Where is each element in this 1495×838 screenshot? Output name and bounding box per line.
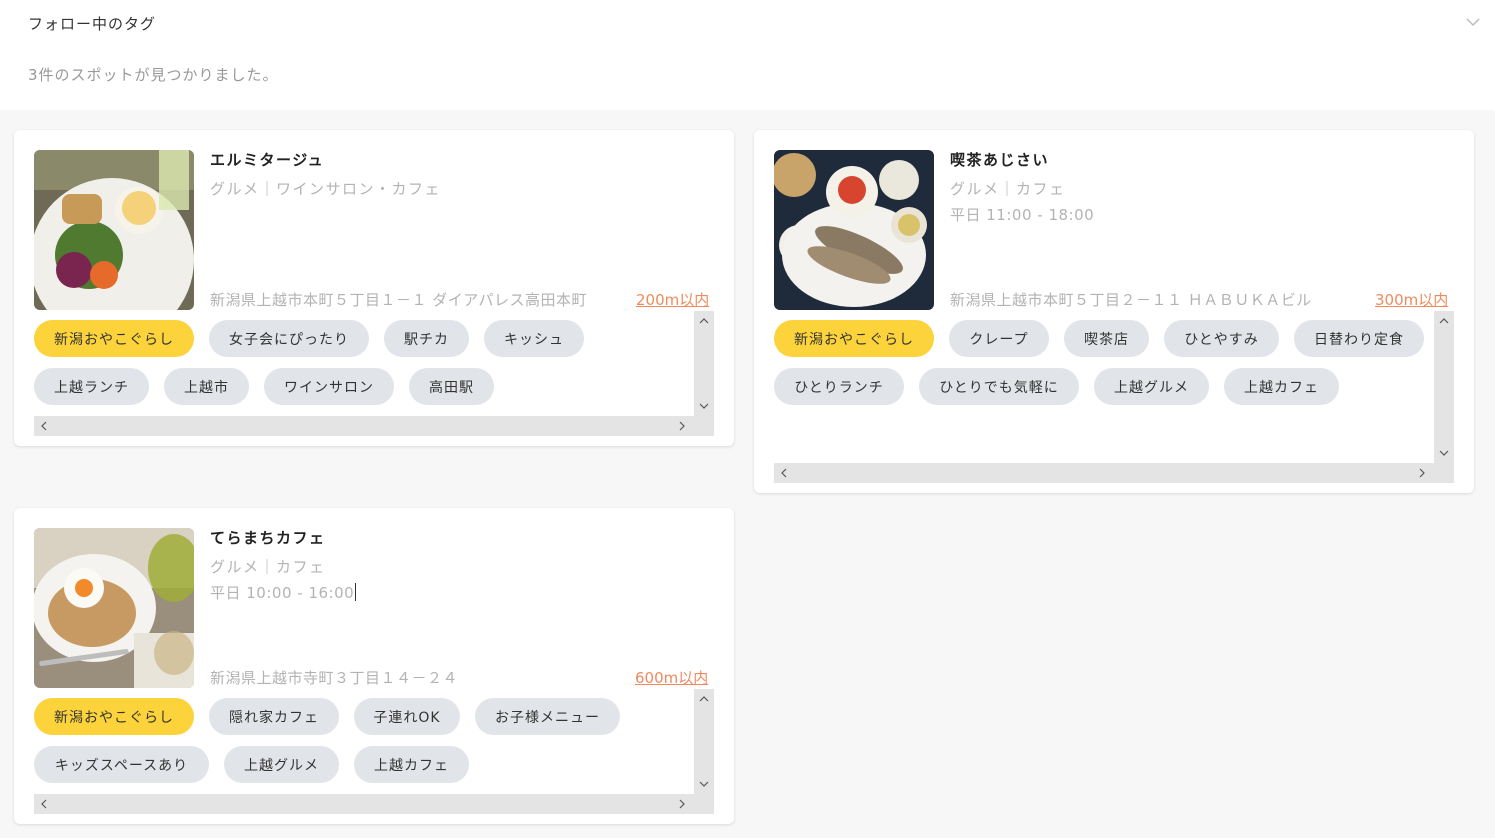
- spot-category: グルメ｜ワインサロン・カフェ: [210, 180, 442, 198]
- spot-hours-text: 平日 10:00 - 16:00: [210, 584, 355, 602]
- tag-chip[interactable]: 新潟おやこぐらし: [34, 320, 194, 357]
- vertical-scrollbar[interactable]: [1434, 311, 1454, 463]
- spot-name[interactable]: てらまちカフェ: [210, 527, 326, 548]
- spot-photo[interactable]: [774, 150, 934, 310]
- scroll-up-arrow-icon[interactable]: [698, 315, 710, 327]
- scroll-up-arrow-icon[interactable]: [698, 693, 710, 705]
- tag-chip[interactable]: 隠れ家カフェ: [209, 698, 339, 735]
- tag-chip[interactable]: クレープ: [949, 320, 1049, 357]
- tag-chip[interactable]: ひとりランチ: [774, 368, 904, 405]
- scroll-left-arrow-icon[interactable]: [778, 467, 790, 479]
- tag-scroll-area[interactable]: 新潟おやこぐらし クレープ 喫茶店 ひとやすみ 日替わり定食 ひとりランチ ひと…: [774, 311, 1454, 483]
- spot-address: 新潟県上越市寺町３丁目１４－２４: [210, 669, 459, 687]
- scroll-left-arrow-icon[interactable]: [38, 420, 50, 432]
- tag-chip[interactable]: 駅チカ: [384, 320, 469, 357]
- spot-category: グルメ｜カフェ: [950, 180, 1066, 198]
- spot-name[interactable]: エルミタージュ: [210, 149, 324, 170]
- spot-address: 新潟県上越市本町５丁目１－１ ダイアパレス高田本町: [210, 291, 587, 309]
- tag-chip[interactable]: 日替わり定食: [1294, 320, 1424, 357]
- spot-category: グルメ｜カフェ: [210, 558, 326, 576]
- tag-chip[interactable]: 高田駅: [409, 368, 494, 405]
- tag-chip[interactable]: お子様メニュー: [475, 698, 620, 735]
- spot-distance[interactable]: 200m以内: [636, 289, 709, 310]
- scroll-down-arrow-icon[interactable]: [698, 400, 710, 412]
- text-cursor: [355, 583, 357, 601]
- tag-chip[interactable]: 上越グルメ: [224, 746, 339, 783]
- scroll-down-arrow-icon[interactable]: [698, 778, 710, 790]
- tag-chip[interactable]: 上越グルメ: [1094, 368, 1209, 405]
- spot-card[interactable]: 喫茶あじさい グルメ｜カフェ 平日 11:00 - 18:00 新潟県上越市本町…: [754, 130, 1474, 493]
- followed-tags-title[interactable]: フォロー中のタグ: [28, 13, 156, 34]
- tag-chip[interactable]: 新潟おやこぐらし: [34, 698, 194, 735]
- tag-chip[interactable]: キッシュ: [484, 320, 584, 357]
- spot-name[interactable]: 喫茶あじさい: [950, 149, 1049, 170]
- spot-address: 新潟県上越市本町５丁目２－１１ ＨＡＢＵＫＡビル: [950, 291, 1312, 309]
- horizontal-scrollbar[interactable]: [34, 416, 714, 436]
- tag-chip[interactable]: ひとりでも気軽に: [919, 368, 1079, 405]
- scroll-up-arrow-icon[interactable]: [1438, 315, 1450, 327]
- vertical-scrollbar[interactable]: [694, 689, 714, 794]
- spot-hours: 平日 10:00 - 16:00: [210, 582, 357, 603]
- tag-chip[interactable]: キッズスペースあり: [34, 746, 209, 783]
- spot-card[interactable]: てらまちカフェ グルメ｜カフェ 平日 10:00 - 16:00 新潟県上越市寺…: [14, 508, 734, 824]
- chevron-down-icon[interactable]: [1465, 14, 1481, 30]
- spot-distance[interactable]: 300m以内: [1375, 289, 1448, 310]
- tag-chip[interactable]: 上越カフェ: [1224, 368, 1339, 405]
- tag-scroll-area[interactable]: 新潟おやこぐらし 隠れ家カフェ 子連れOK お子様メニュー キッズスペースあり …: [34, 689, 714, 814]
- horizontal-scrollbar[interactable]: [34, 794, 714, 814]
- tag-chip[interactable]: 女子会にぴったり: [209, 320, 369, 357]
- horizontal-scrollbar[interactable]: [774, 463, 1454, 483]
- scroll-right-arrow-icon[interactable]: [676, 420, 688, 432]
- tag-chip[interactable]: 上越ランチ: [34, 368, 149, 405]
- spot-distance[interactable]: 600m以内: [635, 667, 708, 688]
- scroll-right-arrow-icon[interactable]: [1416, 467, 1428, 479]
- scroll-left-arrow-icon[interactable]: [38, 798, 50, 810]
- tag-chip[interactable]: ひとやすみ: [1164, 320, 1279, 357]
- spot-card[interactable]: エルミタージュ グルメ｜ワインサロン・カフェ 新潟県上越市本町５丁目１－１ ダイ…: [14, 130, 734, 446]
- vertical-scrollbar[interactable]: [694, 311, 714, 416]
- spot-photo[interactable]: [34, 528, 194, 688]
- tag-chip[interactable]: 喫茶店: [1064, 320, 1149, 357]
- spot-hours: 平日 11:00 - 18:00: [950, 206, 1095, 224]
- tag-chip[interactable]: 上越市: [164, 368, 249, 405]
- result-count: 3件のスポットが見つかりました。: [28, 66, 279, 84]
- tag-chip[interactable]: ワインサロン: [264, 368, 394, 405]
- tag-chip[interactable]: 新潟おやこぐらし: [774, 320, 934, 357]
- spot-photo[interactable]: [34, 150, 194, 310]
- followed-tags-header: フォロー中のタグ 3件のスポットが見つかりました。: [0, 0, 1495, 110]
- tag-list: 新潟おやこぐらし クレープ 喫茶店 ひとやすみ 日替わり定食 ひとりランチ ひと…: [774, 320, 1434, 405]
- tag-list: 新潟おやこぐらし 女子会にぴったり 駅チカ キッシュ 上越ランチ 上越市 ワイン…: [34, 320, 694, 405]
- scroll-down-arrow-icon[interactable]: [1438, 447, 1450, 459]
- scroll-right-arrow-icon[interactable]: [676, 798, 688, 810]
- tag-list: 新潟おやこぐらし 隠れ家カフェ 子連れOK お子様メニュー キッズスペースあり …: [34, 698, 694, 783]
- tag-chip[interactable]: 子連れOK: [354, 698, 460, 735]
- tag-chip[interactable]: 上越カフェ: [354, 746, 469, 783]
- tag-scroll-area[interactable]: 新潟おやこぐらし 女子会にぴったり 駅チカ キッシュ 上越ランチ 上越市 ワイン…: [34, 311, 714, 436]
